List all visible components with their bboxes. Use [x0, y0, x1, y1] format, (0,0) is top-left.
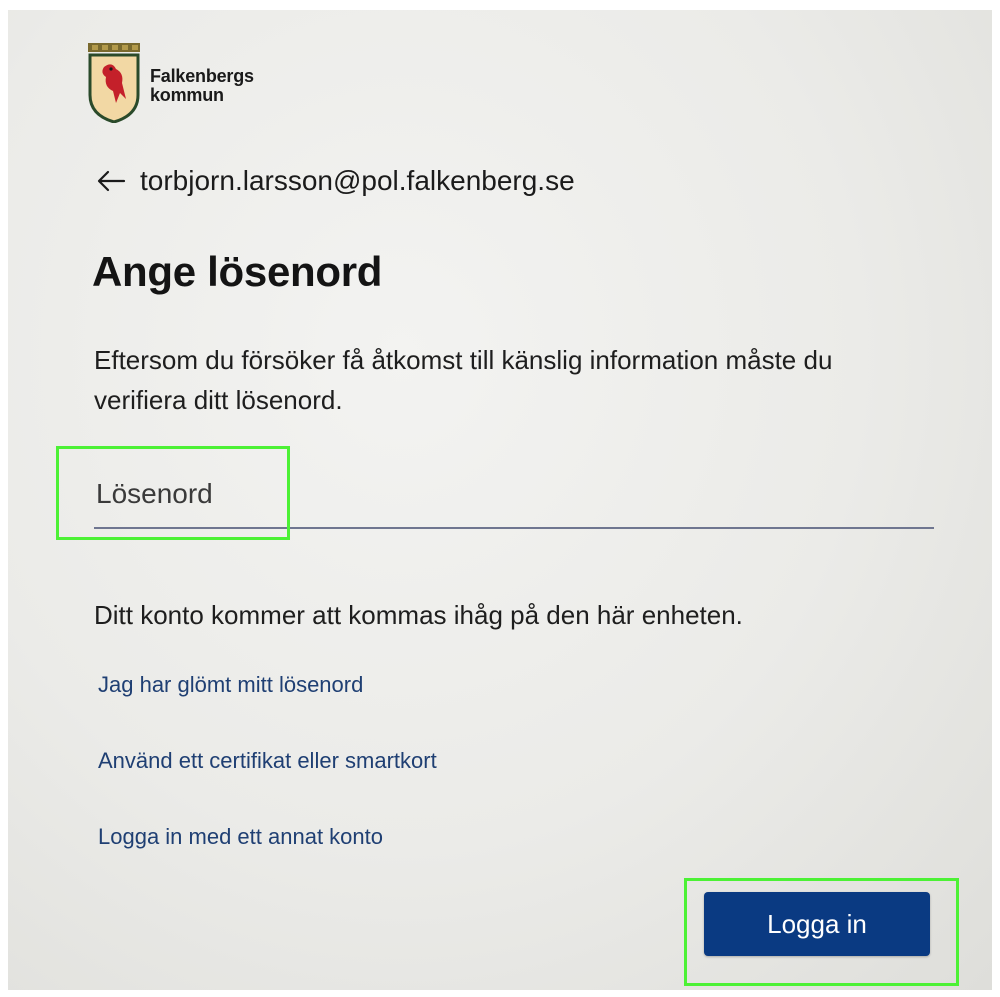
page-description: Eftersom du försöker få åtkomst till kän…: [94, 345, 833, 415]
coat-of-arms-bird-icon: [88, 43, 140, 123]
other-account-link[interactable]: Logga in med ett annat konto: [98, 824, 383, 850]
forgot-password-link[interactable]: Jag har glömt mitt lösenord: [98, 672, 363, 698]
brand-logo: Falkenbergs kommun: [86, 43, 306, 123]
account-identity-row[interactable]: torbjorn.larsson@pol.falkenberg.se: [96, 165, 575, 197]
brand-name: Falkenbergs kommun: [150, 67, 254, 105]
brand-name-line2: kommun: [150, 85, 224, 105]
sign-in-button[interactable]: Logga in: [704, 892, 930, 956]
brand-name-line1: Falkenbergs: [150, 66, 254, 86]
login-screen-photo: Falkenbergs kommun torbjorn.larsson@pol.…: [8, 10, 992, 990]
account-email: torbjorn.larsson@pol.falkenberg.se: [140, 165, 575, 196]
password-field[interactable]: [94, 465, 936, 529]
password-input[interactable]: [94, 465, 936, 523]
page-title: Ange lösenord: [92, 248, 383, 295]
certificate-link[interactable]: Använd ett certifikat eller smartkort: [98, 748, 437, 774]
left-arrow-icon[interactable]: [96, 169, 126, 193]
remember-device-notice: Ditt konto kommer att kommas ihåg på den…: [94, 600, 743, 630]
